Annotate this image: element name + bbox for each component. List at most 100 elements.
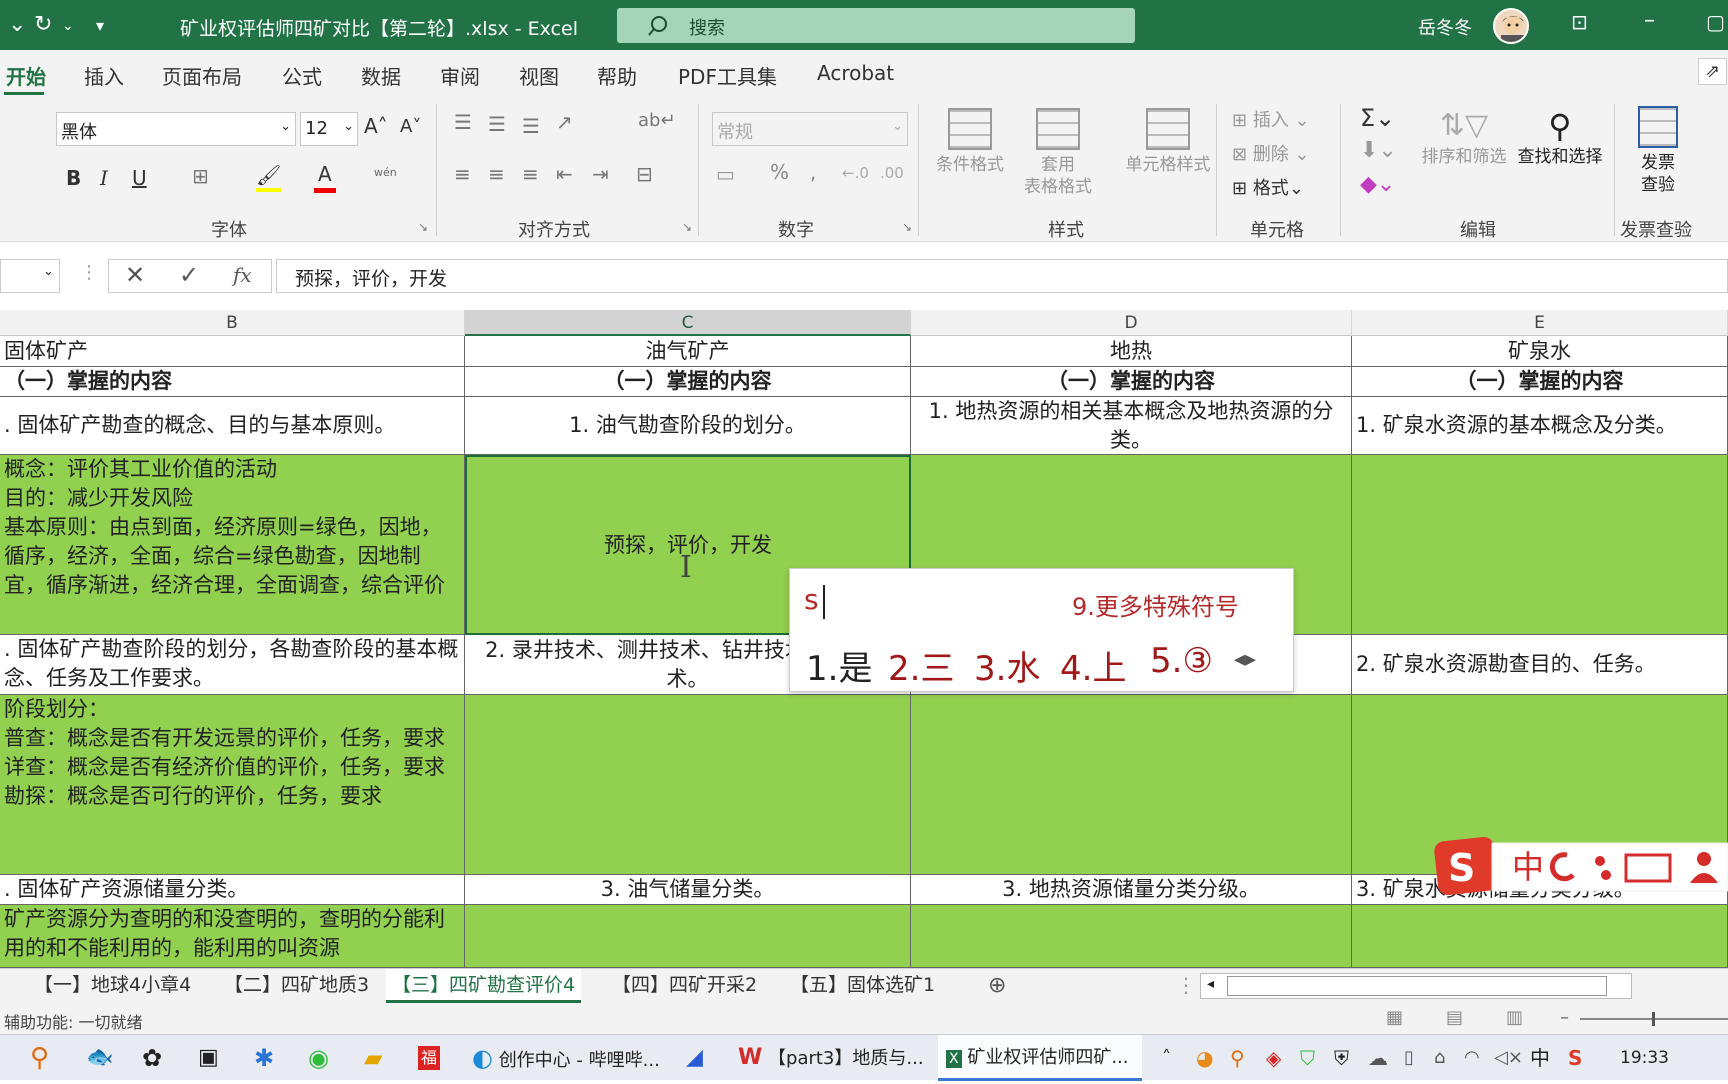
ime-mode-indicator[interactable]: 中 [1530, 1035, 1550, 1081]
cell-c1[interactable]: 油气矿产 [465, 336, 911, 367]
avatar[interactable] [1493, 8, 1529, 44]
tab-insert[interactable]: 插入 [84, 61, 124, 90]
ime-candidate-2[interactable]: 2.三 [888, 641, 954, 690]
add-sheet-icon[interactable]: ⊕ [988, 973, 1006, 998]
decrease-font-icon[interactable]: A˅ [400, 116, 421, 137]
ime-candidate-5[interactable]: 5.③ [1150, 641, 1213, 681]
tab-data[interactable]: 数据 [361, 61, 401, 90]
cell-e4[interactable] [1352, 455, 1728, 635]
app-icon-3[interactable]: ▣ [198, 1035, 219, 1081]
currency-icon[interactable]: ▭ [716, 162, 735, 186]
scroll-left-icon[interactable]: ◂ [1207, 976, 1214, 992]
tab-view[interactable]: 视图 [519, 61, 559, 90]
dropdown-icon[interactable]: ⌄ [8, 12, 26, 37]
cell-b7[interactable]: . 固体矿产资源储量分类。 [0, 875, 465, 905]
minimize-icon[interactable]: – [1644, 8, 1655, 33]
search-box[interactable]: 搜索 [617, 8, 1135, 43]
increase-decimal-icon[interactable]: ←.0 [842, 164, 869, 182]
split-handle-icon[interactable]: ⋮ [1176, 973, 1196, 997]
clear-icon[interactable]: ◆⌄ [1360, 172, 1395, 197]
orientation-icon[interactable]: ↗ [556, 110, 573, 134]
taskbar-wps[interactable]: W 【part3】地质与... [734, 1035, 924, 1081]
tray-cloud-icon[interactable]: ☁ [1368, 1035, 1388, 1081]
dialog-launcher-icon[interactable]: ↘ [902, 220, 912, 234]
insert-function-icon[interactable]: fx [233, 263, 252, 287]
cell-e8[interactable] [1352, 905, 1728, 968]
insert-cells-button[interactable]: ⊞ 插入 ⌄ [1232, 106, 1310, 132]
underline-button[interactable]: U [132, 166, 147, 190]
share-icon[interactable]: ⇗ [1698, 58, 1728, 85]
column-header-c[interactable]: C [465, 310, 911, 336]
align-left-icon[interactable]: ≡ [454, 162, 471, 186]
comma-icon[interactable]: , [810, 160, 816, 184]
fill-icon[interactable]: ⬇⌄ [1360, 138, 1397, 163]
scrollbar-thumb[interactable] [1227, 976, 1607, 996]
tray-wifi-icon[interactable]: ◠ [1464, 1035, 1480, 1081]
align-bottom-icon[interactable]: ☰ [522, 114, 540, 138]
sheet-tab-4[interactable]: 【四】四矿开采2 [606, 969, 763, 1003]
increase-indent-icon[interactable]: ⇥ [592, 162, 609, 186]
sheet-tab-2[interactable]: 【二】四矿地质3 [218, 969, 375, 1003]
sheet-tab-1[interactable]: 【一】地球4小章4 [28, 969, 197, 1003]
user-name[interactable]: 岳冬冬 [1418, 14, 1472, 40]
tray-security-icon[interactable]: ⛨ [1334, 1035, 1349, 1081]
tray-chevron-icon[interactable]: ˄ [1162, 1035, 1171, 1081]
tray-network-icon[interactable]: ⌂ [1434, 1035, 1445, 1081]
sort-filter-button[interactable]: ⇅▽ 排序和筛选 [1414, 106, 1514, 168]
font-size-select[interactable]: 12 ⌄ [300, 112, 358, 146]
normal-view-icon[interactable]: ▦ [1386, 1007, 1403, 1028]
formula-input[interactable]: 预探，评价，开发 [276, 259, 1728, 293]
horizontal-scrollbar[interactable]: ◂ [1200, 973, 1632, 999]
dialog-launcher-icon[interactable]: ↘ [682, 220, 692, 234]
ime-page-arrows-icon[interactable]: ◂▸ [1234, 647, 1256, 672]
format-cells-button[interactable]: ⊞ 格式⌄ [1232, 174, 1304, 200]
number-format-select[interactable]: 常规 ⌄ [712, 112, 908, 146]
app-icon-1[interactable]: 🐟 [86, 1035, 113, 1081]
tray-icon-3[interactable]: ◈ [1266, 1035, 1281, 1081]
italic-button[interactable]: I [100, 166, 108, 190]
page-layout-view-icon[interactable]: ▤ [1446, 1007, 1463, 1028]
tray-icon-2[interactable]: ⚲ [1230, 1035, 1245, 1081]
ime-more-symbols[interactable]: 9.更多特殊符号 [1072, 587, 1239, 622]
redo-dropdown-icon[interactable]: ⌄ [62, 18, 74, 34]
cell-d8[interactable] [911, 905, 1352, 968]
merge-center-icon[interactable]: ⊟ [636, 162, 653, 186]
tab-home[interactable]: 开始 [6, 61, 46, 90]
ime-candidate-1[interactable]: 1.是 [806, 641, 872, 690]
wrap-text-icon[interactable]: ab↵ [638, 110, 676, 131]
tray-volume-icon[interactable]: ◁× [1494, 1035, 1523, 1081]
column-header-d[interactable]: D [911, 310, 1352, 336]
tab-acrobat[interactable]: Acrobat [817, 61, 894, 85]
zoom-slider-thumb[interactable] [1652, 1012, 1655, 1026]
align-center-icon[interactable]: ≡ [488, 162, 505, 186]
font-color-icon[interactable]: A [314, 160, 336, 193]
tab-help[interactable]: 帮助 [597, 61, 637, 90]
column-header-e[interactable]: E [1352, 310, 1728, 336]
column-header-b[interactable]: B [0, 310, 465, 336]
sheet-tab-3-active[interactable]: 【三】四矿勘查评价4 [386, 969, 582, 1003]
redo-icon[interactable]: ↻ [34, 12, 52, 37]
app-icon-2[interactable]: ✿ [142, 1035, 162, 1081]
cell-b8[interactable]: 矿产资源分为查明的和没查明的，查明的分能利用的和不能利用的，能利用的叫资源 [0, 905, 465, 968]
cell-c7[interactable]: 3. 油气储量分类。 [465, 875, 911, 905]
zoom-out-icon[interactable]: – [1560, 1007, 1569, 1028]
cell-b6[interactable]: 阶段划分： 普查：概念是否有开发远景的评价，任务，要求 详查：概念是否有经济价值… [0, 695, 465, 875]
cell-styles-button[interactable]: 单元格样式 [1106, 108, 1230, 176]
invoice-check-button[interactable]: 发票 查验 [1626, 106, 1690, 196]
cell-d2[interactable]: （一）掌握的内容 [911, 367, 1352, 397]
dialog-launcher-icon[interactable]: ↘ [418, 220, 428, 234]
wechat-icon[interactable]: ◉ [308, 1035, 329, 1081]
sogou-tray-icon[interactable]: S [1568, 1035, 1582, 1081]
ime-candidate-3[interactable]: 3.水 [974, 641, 1040, 690]
cell-b4[interactable]: 概念：评价其工业价值的活动 目的：减少开发风险 基本原则：由点到面，经济原则=绿… [0, 455, 465, 635]
app-icon-4[interactable]: ✱ [254, 1035, 274, 1081]
align-middle-icon[interactable]: ☰ [488, 112, 506, 136]
align-right-icon[interactable]: ≡ [522, 162, 539, 186]
cell-d1[interactable]: 地热 [911, 336, 1352, 367]
format-as-table-button[interactable]: 套用 表格格式 [1012, 108, 1104, 198]
cell-c2[interactable]: （一）掌握的内容 [465, 367, 911, 397]
app-icon-6[interactable]: ◢ [686, 1035, 703, 1081]
folder-icon[interactable]: ▰ [364, 1035, 382, 1081]
cell-d3[interactable]: 1. 地热资源的相关基本概念及地热资源的分类。 [911, 397, 1352, 455]
tray-shield-icon[interactable]: ⛉ [1300, 1035, 1315, 1081]
